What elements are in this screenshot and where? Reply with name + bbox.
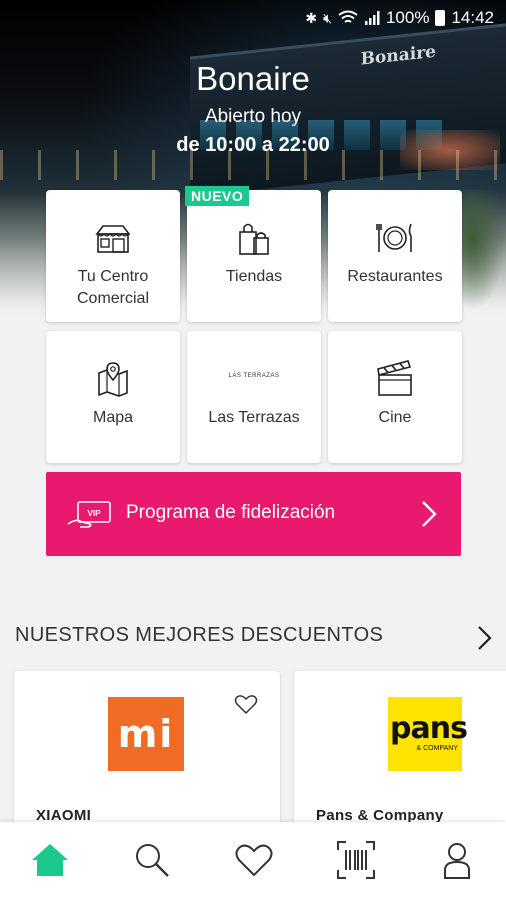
tile-label: Tiendas [225, 268, 283, 285]
discount-card-xiaomi[interactable]: mi XIAOMI [14, 671, 280, 841]
loyalty-program-button[interactable]: VIP Programa de fidelización [46, 472, 461, 556]
tile-label: Tu Centro Comercial [76, 268, 149, 307]
vip-card-icon: VIP [67, 501, 111, 528]
barcode-scan-icon[interactable] [336, 840, 376, 880]
vip-card-text: VIP [88, 509, 102, 518]
xiaomi-logo: mi [108, 697, 184, 771]
user-icon[interactable] [437, 840, 477, 880]
bottom-navigation [0, 822, 506, 900]
plate-cutlery-icon [376, 223, 412, 252]
shopping-bags-icon [239, 223, 269, 255]
mall-name: Bonaire [196, 60, 310, 97]
tile-label: Las Terrazas [208, 409, 300, 426]
tile-mapa[interactable]: Mapa [46, 331, 180, 463]
open-today-label: Abierto hoy [204, 106, 302, 127]
bluetooth-icon: ✱ [305, 9, 318, 26]
search-icon[interactable] [132, 840, 172, 880]
opening-hours: de 10:00 a 22:00 [176, 134, 330, 156]
home-icon[interactable] [30, 840, 70, 880]
clock: 14:42 [451, 8, 494, 27]
heart-icon[interactable] [234, 840, 274, 880]
las-terrazas-logo: LAS TERRAZAS [228, 373, 280, 379]
chevron-right-icon [422, 501, 437, 527]
new-badge: NUEVO [185, 186, 250, 206]
pans-company-logo: pans & COMPANY [388, 697, 468, 771]
map-pin-icon [98, 362, 128, 397]
favorite-heart-icon[interactable] [234, 693, 258, 715]
tile-cine[interactable]: Cine [328, 331, 462, 463]
status-bar: ✱ 🔇︎ 100% 14:42 [0, 0, 506, 36]
mute-icon: 🔇︎ [323, 9, 332, 26]
tile-tu-centro-comercial[interactable]: Tu Centro Comercial [46, 190, 180, 322]
discount-card-pans-company[interactable]: pans & COMPANY Pans & Company [294, 671, 506, 841]
wifi-icon [338, 10, 358, 23]
clapperboard-icon [377, 360, 412, 396]
shops-icon [95, 225, 131, 253]
battery-icon [435, 10, 446, 26]
discounts-section-title: NUESTROS MEJORES DESCUENTOS [15, 624, 384, 646]
battery-percentage: 100% [385, 8, 430, 27]
tile-restaurantes[interactable]: Restaurantes [328, 190, 462, 322]
tile-tiendas[interactable]: NUEVO Tiendas [185, 186, 321, 322]
tile-las-terrazas[interactable]: LAS TERRAZAS Las Terrazas [187, 331, 321, 463]
tile-label: Restaurantes [347, 268, 443, 285]
signal-icon [364, 11, 380, 25]
chevron-right-icon[interactable] [476, 624, 494, 652]
tile-label: Cine [378, 409, 412, 426]
tile-label: Mapa [92, 409, 134, 426]
loyalty-program-label: Programa de fidelización [126, 502, 336, 523]
